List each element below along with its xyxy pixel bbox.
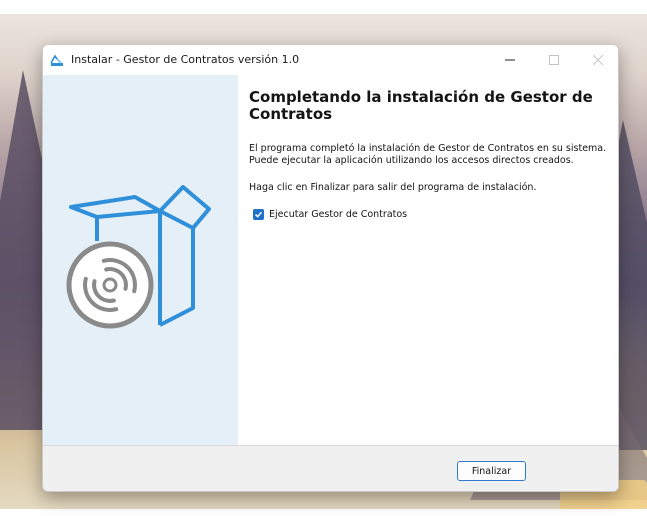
installer-app-icon	[49, 52, 65, 68]
finish-button[interactable]: Finalizar	[457, 461, 526, 481]
page-heading: Completando la instalación de Gestor de …	[249, 88, 593, 123]
close-icon	[593, 55, 603, 65]
side-banner	[43, 75, 238, 445]
minimize-icon	[505, 59, 515, 61]
screen-bottom-edge	[0, 509, 647, 516]
software-box-with-disc-icon	[66, 185, 211, 329]
checkmark-icon	[254, 211, 263, 218]
content-panel: Completando la instalación de Gestor de …	[238, 75, 618, 445]
run-app-option[interactable]: Ejecutar Gestor de Contratos	[253, 209, 407, 220]
title-bar[interactable]: Instalar - Gestor de Contratos versión 1…	[43, 45, 618, 75]
maximize-icon	[549, 55, 559, 65]
close-button[interactable]	[576, 45, 618, 75]
window-title: Instalar - Gestor de Contratos versión 1…	[71, 53, 300, 66]
button-bar: Finalizar	[43, 445, 618, 491]
run-app-label: Ejecutar Gestor de Contratos	[269, 209, 408, 220]
run-app-checkbox[interactable]	[253, 209, 264, 220]
minimize-button[interactable]	[488, 45, 532, 75]
maximize-button[interactable]	[532, 45, 576, 75]
completion-message: El programa completó la instalación de G…	[249, 143, 607, 166]
installer-window: Instalar - Gestor de Contratos versión 1…	[42, 44, 619, 492]
finish-instruction: Haga clic en Finalizar para salir del pr…	[249, 182, 537, 193]
screen-top-edge	[0, 0, 647, 14]
